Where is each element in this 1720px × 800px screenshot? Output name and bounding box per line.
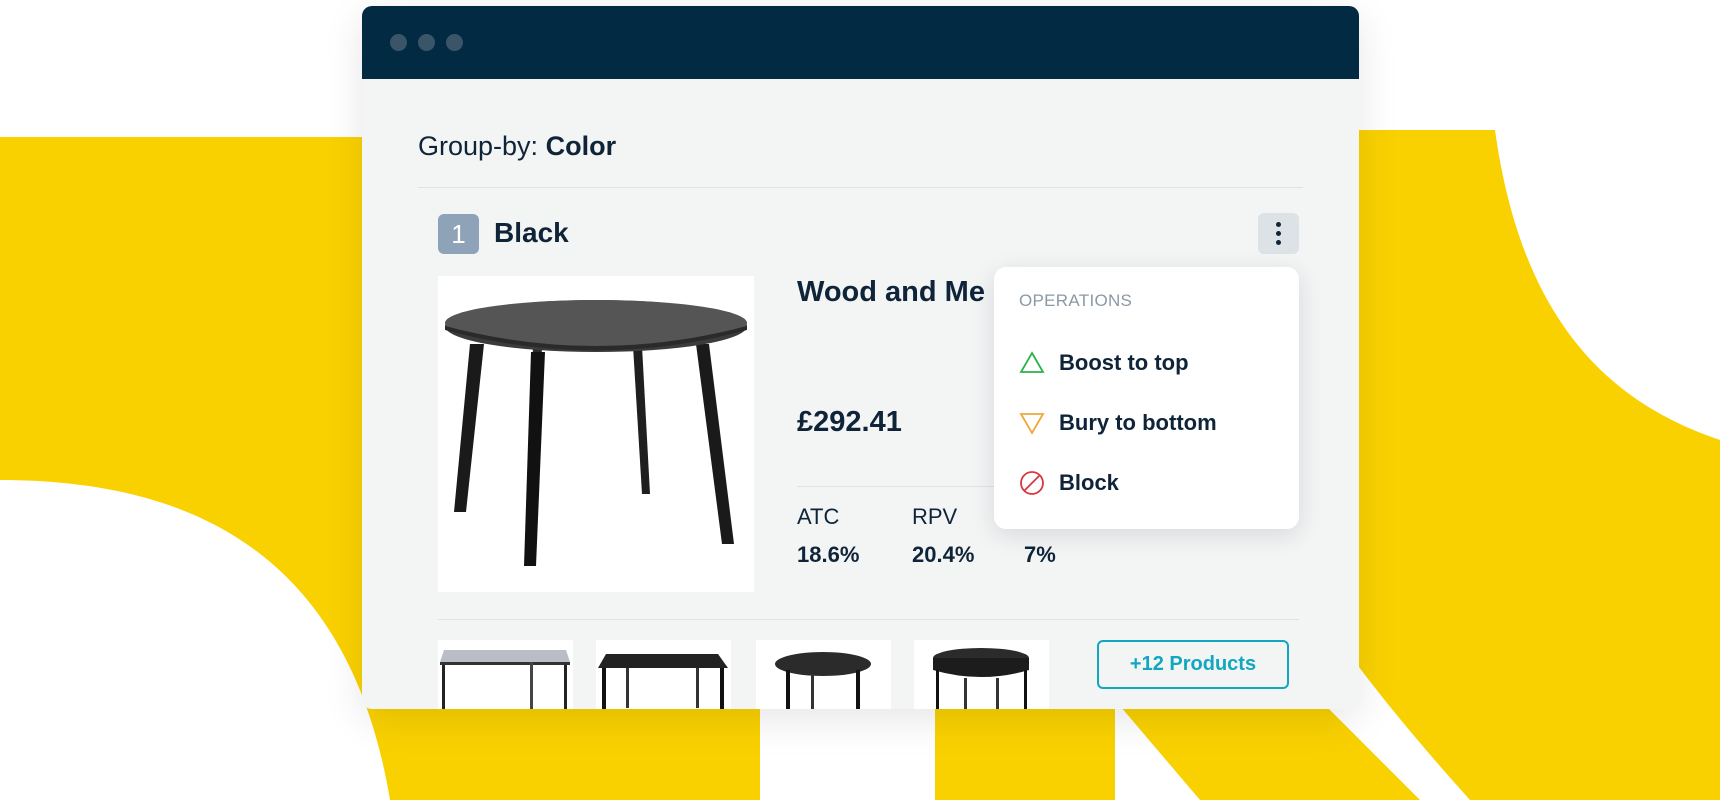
product-thumbnail[interactable] [756,640,891,709]
groupby-heading: Group-by: Color [418,131,616,162]
window-maximize-dot[interactable] [446,34,463,51]
groupby-value[interactable]: Color [546,131,617,161]
round-side-table-image [775,652,871,709]
tray-table-image [933,648,1029,709]
bury-to-bottom-item[interactable]: Bury to bottom [1019,403,1279,443]
merchandising-panel: Group-by: Color 1 Black Wood and Me £292… [362,79,1359,709]
bury-to-bottom-label: Bury to bottom [1059,410,1217,435]
group-name: Black [494,217,569,248]
more-options-button[interactable] [1258,213,1299,254]
groupby-label: Group-by: [418,131,539,161]
product-image[interactable] [438,276,754,592]
group-rank-badge: 1 [438,214,479,254]
metric-rpv-label: RPV [912,504,958,529]
window-close-dot[interactable] [390,34,407,51]
browser-window: Group-by: Color 1 Black Wood and Me £292… [362,6,1359,709]
kebab-dot [1276,231,1281,236]
menu-header: OPERATIONS [1019,291,1133,310]
kebab-dot [1276,222,1281,227]
metrics-divider [797,486,997,487]
metric-atc-label: ATC [797,504,840,529]
block-icon [1020,471,1044,495]
thumbnails-divider [438,619,1299,620]
black-desk-image [598,654,728,709]
header-divider [418,187,1303,188]
glass-table-image [440,650,570,709]
metric-rpv-value: 20.4% [912,542,975,567]
product-price: £292.41 [797,406,902,438]
window-titlebar [362,6,1359,79]
block-item[interactable]: Block [1019,463,1279,503]
product-thumbnail[interactable] [914,640,1049,709]
kebab-dot [1276,240,1281,245]
product-thumbnail[interactable] [438,640,573,709]
metric-atc-value: 18.6% [797,542,860,567]
block-label: Block [1059,470,1119,495]
metric-third-value: 7% [1024,542,1056,567]
boost-to-top-item[interactable]: Boost to top [1019,343,1279,383]
operations-menu: OPERATIONS Boost to top Bury to bottom B… [994,267,1299,529]
triangle-down-icon [1019,413,1045,435]
product-name[interactable]: Wood and Me [797,276,997,309]
window-minimize-dot[interactable] [418,34,435,51]
triangle-up-icon [1019,351,1045,373]
product-thumbnail[interactable] [596,640,731,709]
more-products-button[interactable]: +12 Products [1097,640,1289,689]
round-table-image [445,300,747,566]
boost-to-top-label: Boost to top [1059,350,1189,375]
